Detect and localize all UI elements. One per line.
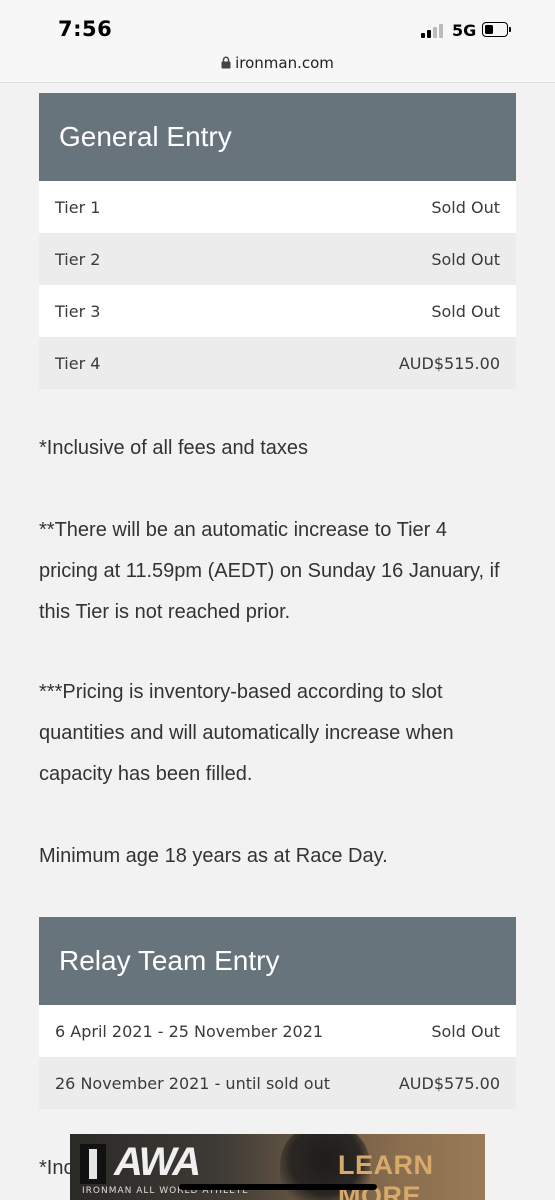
lock-icon [221, 56, 231, 69]
learn-more-button[interactable]: LEARN MORE [338, 1150, 485, 1200]
minimum-age-note: Minimum age 18 years as at Race Day. [39, 845, 388, 867]
relay-entry-title: Relay Team Entry [39, 917, 516, 1005]
table-row: 26 November 2021 - until sold out AUD$57… [39, 1057, 516, 1109]
ad-brand: AWA [114, 1140, 201, 1184]
home-indicator[interactable] [179, 1184, 377, 1190]
tier-price: Sold Out [431, 197, 500, 217]
tier-label: Tier 3 [55, 301, 101, 321]
signal-strength-icon [421, 24, 449, 38]
tier-price: AUD$515.00 [398, 353, 500, 373]
battery-icon [482, 22, 512, 37]
inventory-pricing-note: ***Pricing is inventory-based according … [39, 681, 454, 785]
table-row: Tier 3 Sold Out [39, 285, 516, 337]
tier-price: Sold Out [431, 249, 500, 269]
awa-ad-banner[interactable]: AWA IRONMAN ALL WORLD ATHLETE LEARN MORE [70, 1134, 485, 1200]
ironman-logo-icon [80, 1144, 106, 1184]
relay-entry-table: Relay Team Entry 6 April 2021 - 25 Novem… [39, 917, 516, 1109]
status-bar: 7:56 5G [0, 0, 555, 50]
tier-label: Tier 2 [55, 249, 101, 269]
table-row: Tier 2 Sold Out [39, 233, 516, 285]
table-row: 6 April 2021 - 25 November 2021 Sold Out [39, 1005, 516, 1057]
tier-label: Tier 1 [55, 197, 101, 217]
general-entry-title: General Entry [39, 93, 516, 181]
network-type: 5G [452, 21, 477, 40]
address-bar[interactable]: ironman.com [0, 50, 555, 83]
auto-increase-note: **There will be an automatic increase to… [39, 519, 500, 623]
period-label: 26 November 2021 - until sold out [55, 1073, 330, 1093]
period-price: Sold Out [431, 1021, 500, 1041]
table-row: Tier 1 Sold Out [39, 181, 516, 233]
fees-note: *Inclusive of all fees and taxes [39, 437, 309, 459]
general-entry-table: General Entry Tier 1 Sold Out Tier 2 Sol… [39, 93, 516, 389]
status-time: 7:56 [58, 17, 113, 41]
tier-price: Sold Out [431, 301, 500, 321]
tier-label: Tier 4 [55, 353, 101, 373]
period-price: AUD$575.00 [398, 1073, 500, 1093]
url-text: ironman.com [235, 54, 334, 72]
table-row: Tier 4 AUD$515.00 [39, 337, 516, 389]
period-label: 6 April 2021 - 25 November 2021 [55, 1021, 324, 1041]
